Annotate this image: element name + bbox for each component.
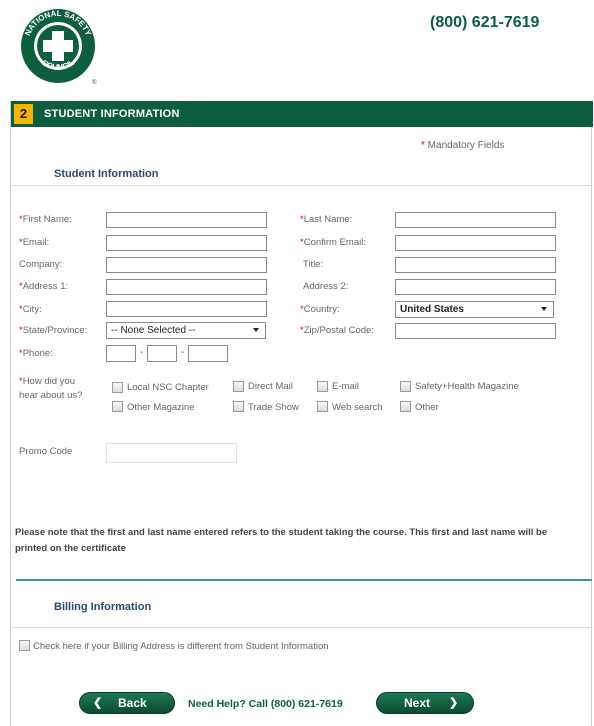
country-label: *Country:: [300, 304, 340, 315]
address1-label: *Address 1:: [19, 281, 69, 292]
city-input[interactable]: [106, 301, 267, 317]
zip-input[interactable]: [395, 323, 556, 339]
option-label: Web search: [332, 402, 383, 413]
state-value: -- None Selected --: [111, 325, 196, 336]
billing-info-subhead: Billing Information: [54, 601, 152, 613]
checkbox-email[interactable]: [317, 381, 328, 392]
option-label: Other: [415, 402, 439, 413]
back-button-label: Back: [118, 696, 147, 710]
billing-different-checkbox[interactable]: [19, 640, 30, 651]
promo-code-label: Promo Code: [19, 446, 73, 457]
header-phone: (800) 621-7619: [430, 14, 540, 31]
page-header: NATIONAL SAFETY COUNCIL ® (800) 621-7619: [0, 0, 594, 90]
email-label: *Email:: [19, 237, 50, 248]
next-button-label: Next: [404, 696, 431, 710]
phone-dash: -: [140, 347, 144, 358]
certificate-name-note: Please note that the first and last name…: [15, 527, 548, 554]
divider: [11, 627, 593, 628]
zip-label: *Zip/Postal Code:: [300, 325, 374, 336]
confirm-email-label: *Confirm Email:: [300, 237, 366, 248]
first-name-label: *First Name:: [19, 214, 72, 225]
registered-mark: ®: [92, 79, 97, 86]
section-divider: [16, 579, 592, 581]
address2-label: Address 2:: [303, 281, 349, 292]
country-select[interactable]: United States: [395, 301, 554, 318]
student-info-panel: 2 STUDENT INFORMATION * Mandatory Fields…: [10, 101, 593, 726]
option-label: E-mail: [332, 381, 359, 392]
phone-dash: -: [181, 347, 185, 358]
last-name-label: *Last Name:: [300, 214, 353, 225]
next-button[interactable]: Next ❯: [376, 692, 474, 714]
country-value: United States: [400, 304, 464, 315]
last-name-input[interactable]: [395, 212, 556, 228]
title-input[interactable]: [395, 257, 556, 273]
billing-different-label: Check here if your Billing Address is di…: [33, 641, 329, 652]
chevron-right-icon: ❯: [449, 697, 459, 709]
back-button[interactable]: ❮ Back: [79, 692, 175, 714]
hear-about-label-line2: hear about us?: [19, 390, 83, 401]
address1-input[interactable]: [106, 279, 267, 295]
mandatory-text: Mandatory Fields: [424, 140, 505, 151]
student-info-subhead: Student Information: [54, 168, 159, 180]
phone-label: *Phone:: [19, 348, 53, 359]
first-name-input[interactable]: [106, 212, 267, 228]
option-label: Other Magazine: [127, 402, 195, 413]
city-label: *City:: [19, 304, 42, 315]
step-badge: 2: [14, 104, 33, 124]
state-select[interactable]: -- None Selected --: [106, 322, 266, 339]
title-label: Title:: [303, 259, 324, 270]
mandatory-fields-note: * Mandatory Fields: [421, 140, 504, 151]
confirm-email-input[interactable]: [395, 235, 556, 251]
nsc-logo[interactable]: NATIONAL SAFETY COUNCIL ®: [18, 8, 104, 86]
checkbox-safety-health-magazine[interactable]: [400, 381, 411, 392]
chevron-down-icon: [541, 307, 547, 311]
checkbox-other-magazine[interactable]: [112, 401, 123, 412]
promo-code-input[interactable]: [106, 443, 237, 463]
section-title: STUDENT INFORMATION: [44, 108, 180, 120]
phone-prefix-input[interactable]: [147, 345, 177, 362]
option-label: Trade Show: [248, 402, 299, 413]
checkbox-direct-mail[interactable]: [233, 381, 244, 392]
chevron-left-icon: ❮: [93, 697, 103, 709]
checkbox-other[interactable]: [400, 401, 411, 412]
phone-area-input[interactable]: [106, 345, 136, 362]
state-label: *State/Province:: [19, 325, 88, 336]
checkbox-web-search[interactable]: [317, 401, 328, 412]
hear-about-label: *How did you: [19, 376, 75, 387]
option-label: Local NSC Chapter: [127, 382, 209, 393]
company-input[interactable]: [106, 257, 267, 273]
checkbox-trade-show[interactable]: [233, 401, 244, 412]
company-label: Company:: [19, 259, 63, 270]
email-input[interactable]: [106, 235, 267, 251]
chevron-down-icon: [253, 328, 259, 332]
checkbox-local-nsc[interactable]: [112, 382, 123, 393]
phone-line-input[interactable]: [188, 345, 228, 362]
option-label: Direct Mail: [248, 381, 293, 392]
help-phone-text: Need Help? Call (800) 621-7619: [188, 698, 343, 710]
section-header: 2 STUDENT INFORMATION: [11, 101, 593, 127]
option-label: Safety+Health Magazine: [415, 381, 519, 392]
address2-input[interactable]: [395, 279, 556, 295]
divider: [11, 185, 593, 186]
